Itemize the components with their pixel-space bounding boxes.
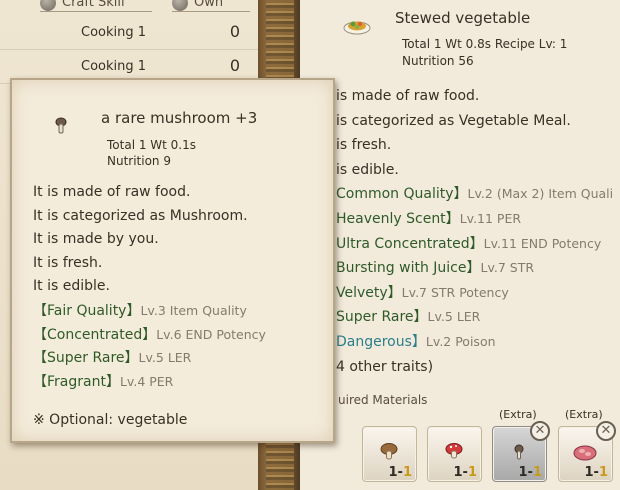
trait-line: 【Fragrant】Lv.4 PER bbox=[33, 370, 266, 394]
description-line: is fresh. bbox=[336, 137, 392, 154]
trait-line: Heavenly Scent】Lv.11 PER bbox=[336, 207, 620, 232]
tooltip-description: It is made of raw food. It is categorize… bbox=[33, 181, 266, 393]
trait-line: Bursting with Juice】Lv.7 STR bbox=[336, 256, 620, 281]
description-line: It is categorized as Mushroom. bbox=[33, 207, 248, 224]
material-quantity: 1-1 bbox=[518, 465, 543, 480]
material-slot[interactable]: 1-1 bbox=[427, 426, 482, 482]
recipe-title: Stewed vegetable bbox=[395, 9, 531, 27]
trait-name: Bursting with Juice】 bbox=[336, 260, 481, 277]
trait-line: Ultra Concentrated】Lv.11 END Potency bbox=[336, 232, 620, 257]
description-line: is edible. bbox=[336, 161, 399, 178]
own-cell: 0 bbox=[229, 56, 240, 75]
trait-name: Super Rare】 bbox=[336, 309, 428, 326]
trait-line: 【Concentrated】Lv.6 END Potency bbox=[33, 323, 266, 347]
red-mushroom-icon bbox=[445, 443, 463, 459]
trait-line: Common Quality】Lv.2 (Max 2) Item Quali bbox=[336, 182, 620, 207]
close-icon: ✕ bbox=[534, 423, 546, 438]
trait-detail: Lv.5 LER bbox=[427, 309, 481, 325]
remove-material-button[interactable]: ✕ bbox=[596, 421, 616, 441]
sort-icon bbox=[172, 0, 188, 11]
extra-tag: (Extra) bbox=[499, 408, 537, 421]
trait-detail: Lv.2 (Max 2) Item Quali bbox=[467, 186, 614, 202]
description-line: It is edible. bbox=[33, 278, 110, 295]
list-item[interactable]: Cooking 1 0 bbox=[0, 16, 258, 50]
item-tooltip: a rare mushroom +3 Total 1 Wt 0.1s Nutri… bbox=[10, 78, 335, 443]
tooltip-title: a rare mushroom +3 bbox=[101, 109, 258, 127]
material-quantity: 1-1 bbox=[453, 465, 478, 480]
tooltip-optional-note: ※ Optional: vegetable bbox=[33, 412, 188, 428]
recipe-stats-line: Total 1 Wt 0.8s Recipe Lv: 1 bbox=[402, 37, 568, 51]
trait-detail: Lv.11 PER bbox=[459, 210, 522, 226]
own-header-label: Own bbox=[194, 0, 224, 10]
description-line: It is made by you. bbox=[33, 231, 159, 248]
trait-detail: Lv.5 LER bbox=[138, 350, 192, 366]
meat-icon bbox=[573, 445, 597, 461]
tooltip-nutrition: Nutrition 9 bbox=[107, 154, 171, 168]
skill-cell: Cooking 1 bbox=[81, 25, 147, 40]
close-icon: ✕ bbox=[600, 423, 612, 438]
remove-material-button[interactable]: ✕ bbox=[530, 421, 550, 441]
trait-line: Velvety】Lv.7 STR Potency bbox=[336, 281, 620, 306]
recipe-trait-list: is made of raw food. is categorized as V… bbox=[336, 84, 620, 379]
trait-name: 【Super Rare】 bbox=[33, 350, 139, 367]
recipe-stats: Total 1 Wt 0.8s Recipe Lv: 1 Nutrition 5… bbox=[402, 36, 567, 70]
extra-tag: (Extra) bbox=[565, 408, 603, 421]
material-slot[interactable]: 1-1 bbox=[362, 426, 417, 482]
recipe-nutrition: Nutrition 56 bbox=[402, 54, 474, 68]
trait-name: Dangerous】 bbox=[336, 333, 426, 350]
trait-name: 【Concentrated】 bbox=[33, 326, 157, 343]
trait-detail: Lv.2 Poison bbox=[425, 333, 496, 349]
own-column-header[interactable]: Own bbox=[172, 0, 250, 12]
tooltip-stats: Total 1 Wt 0.1s Nutrition 9 bbox=[107, 137, 196, 169]
rare-mushroom-icon bbox=[55, 117, 67, 134]
material-quantity: 1-1 bbox=[388, 465, 413, 480]
description-line: is made of raw food. bbox=[336, 88, 480, 104]
skill-cell: Cooking 1 bbox=[81, 59, 147, 74]
trait-detail: Lv.11 END Potency bbox=[483, 235, 602, 251]
craft-skill-column-header[interactable]: Craft Skill bbox=[40, 0, 152, 12]
trait-detail: Lv.3 Item Quality bbox=[140, 302, 247, 318]
sort-icon bbox=[40, 0, 56, 11]
small-mushroom-icon bbox=[514, 444, 524, 460]
trait-name: Ultra Concentrated】 bbox=[336, 235, 484, 252]
trait-detail: Lv.6 END Potency bbox=[156, 326, 266, 342]
trait-line: Super Rare】Lv.5 LER bbox=[336, 305, 620, 330]
trait-name: Common Quality】 bbox=[336, 186, 468, 203]
trait-name: 【Fair Quality】 bbox=[33, 302, 141, 319]
stewed-vegetable-icon bbox=[343, 21, 371, 35]
description-line: is categorized as Vegetable Meal. bbox=[336, 112, 571, 129]
description-line: It is made of raw food. bbox=[33, 184, 191, 200]
trait-detail: Lv.7 STR Potency bbox=[401, 284, 509, 300]
trait-name: 【Fragrant】 bbox=[33, 373, 120, 390]
trait-detail: Lv.4 PER bbox=[119, 373, 174, 389]
tooltip-stats-line: Total 1 Wt 0.1s bbox=[107, 138, 197, 152]
mushroom-icon bbox=[380, 443, 398, 460]
craft-skill-header-label: Craft Skill bbox=[62, 0, 125, 10]
own-cell: 0 bbox=[229, 22, 240, 41]
trait-line: 【Fair Quality】Lv.3 Item Quality bbox=[33, 299, 266, 323]
trait-line: Dangerous】Lv.2 Poison bbox=[336, 330, 620, 355]
more-traits-line: 4 other traits) bbox=[336, 358, 434, 375]
material-quantity: 1-1 bbox=[584, 465, 609, 480]
description-line: It is fresh. bbox=[33, 254, 103, 271]
trait-name: Heavenly Scent】 bbox=[336, 210, 460, 227]
trait-line: 【Super Rare】Lv.5 LER bbox=[33, 346, 266, 370]
required-materials-label: uired Materials bbox=[338, 393, 428, 407]
trait-name: Velvety】 bbox=[336, 284, 402, 301]
trait-detail: Lv.7 STR bbox=[480, 260, 535, 276]
